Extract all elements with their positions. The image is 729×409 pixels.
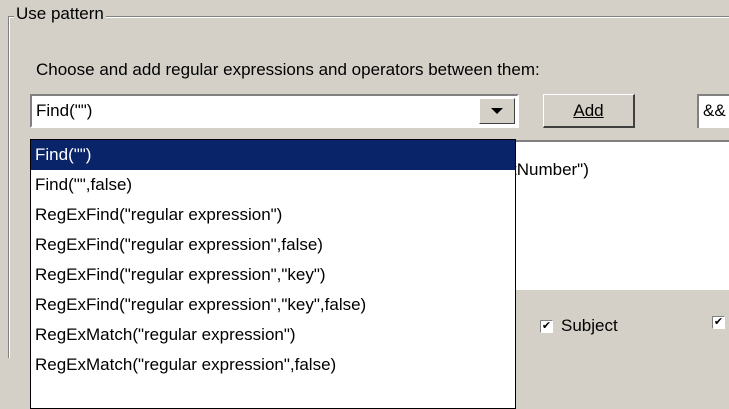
operator-field[interactable]: && [697,94,729,128]
dropdown-list[interactable]: Find("") Find("",false) RegExFind("regul… [30,139,516,409]
dropdown-item[interactable]: RegExMatch("regular expression",false) [31,350,515,380]
dropdown-item[interactable]: RegExMatch("regular expression") [31,320,515,350]
dropdown-item[interactable]: Find("",false) [31,170,515,200]
expression-text: tNumber") [512,160,589,179]
dropdown-toggle-button[interactable] [479,98,515,124]
dropdown-item[interactable]: RegExFind("regular expression","key") [31,260,515,290]
instruction-label: Choose and add regular expressions and o… [36,60,540,79]
second-checkbox[interactable]: ✔ [712,316,725,329]
dropdown-item[interactable]: RegExFind("regular expression","key",fal… [31,290,515,320]
expression-combobox[interactable]: Find("") [30,94,519,128]
add-button[interactable]: Add [543,94,635,128]
dropdown-item[interactable]: RegExFind("regular expression",false) [31,230,515,260]
add-button-label: Add [573,100,604,120]
dropdown-item[interactable]: Find("") [31,140,515,170]
subject-checkbox[interactable]: ✔ Subject [540,316,618,336]
group-title: Use pattern [14,4,106,24]
checkbox-check-icon: ✔ [712,316,725,329]
subject-checkbox-label: Subject [561,316,618,335]
chevron-down-icon [491,108,503,114]
dropdown-item[interactable]: RegExFind("regular expression") [31,200,515,230]
checkbox-check-icon: ✔ [540,319,553,333]
combobox-value: Find("") [36,101,93,120]
